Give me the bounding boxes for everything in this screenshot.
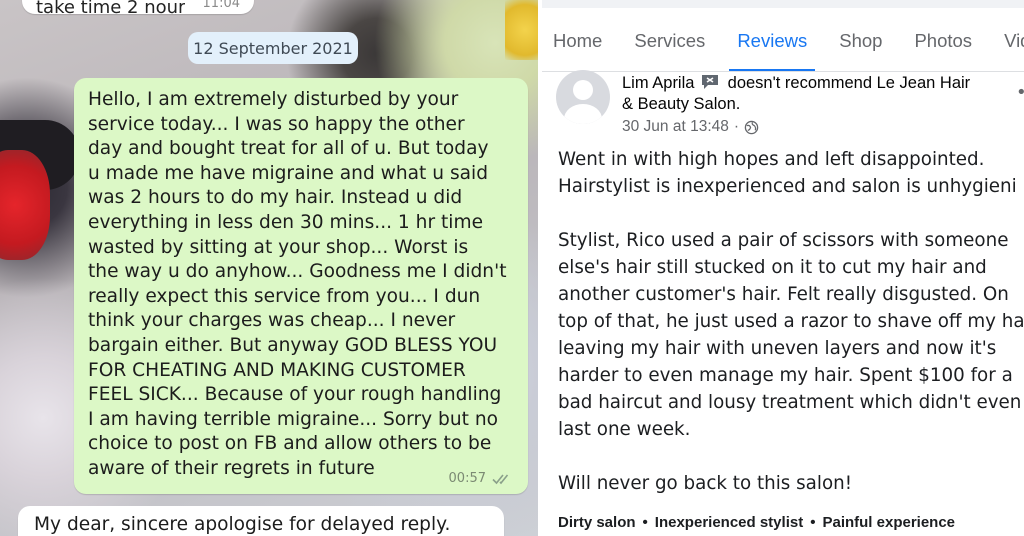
avatar-head: [573, 80, 593, 100]
previous-message-time: 11:04: [202, 0, 240, 11]
reviewer-name-link[interactable]: Lim Aprila: [622, 74, 694, 92]
review-timestamp[interactable]: 30 Jun at 13:48: [622, 118, 729, 136]
previous-message-bubble[interactable]: take time 2 nour 11:04: [22, 0, 254, 18]
review-line: harder to even manage my hair. Spent $10…: [558, 365, 1013, 386]
outgoing-message-text: Hello, I am extremely disturbed by your …: [88, 89, 507, 479]
tag-label: Painful experience: [822, 514, 956, 531]
review-line: Went in with high hopes and left disappo…: [558, 149, 985, 170]
avatar-body: [564, 104, 602, 124]
more-options-icon[interactable]: •: [1016, 82, 1024, 103]
tag-separator: •: [810, 514, 816, 531]
review-meta: 30 Jun at 13:48 ·: [622, 118, 759, 136]
globe-icon: [744, 120, 759, 134]
tabs-divider: [542, 71, 1024, 72]
incoming-message-bubble[interactable]: My dear, sincere apologise for delayed r…: [18, 506, 504, 536]
tab-services[interactable]: Services: [634, 8, 705, 72]
tab-shop[interactable]: Shop: [839, 8, 882, 72]
top-bar: [542, 0, 1024, 8]
review-text: Went in with high hopes and left disappo…: [558, 146, 1024, 497]
chat-panel: take time 2 nour 11:04 12 September 2021…: [0, 0, 538, 536]
review-header: Lim Aprila doesn't recommend Le Jean Hai…: [622, 73, 1002, 115]
review-line: else's hair still stucked on it to cut m…: [558, 257, 987, 278]
page-tabs: Home Services Reviews Shop Photos Vid: [542, 8, 1024, 72]
review-line: leaving my hair with uneven layers and n…: [558, 338, 997, 359]
outgoing-message-bubble[interactable]: Hello, I am extremely disturbed by your …: [74, 78, 528, 494]
avatar[interactable]: [556, 70, 610, 124]
message-meta: 00:57: [449, 471, 514, 486]
tag-label: Dirty salon: [558, 514, 636, 531]
incoming-message-text: My dear, sincere apologise for delayed r…: [34, 514, 451, 535]
tag-separator: •: [642, 514, 648, 531]
not-recommend-icon: [702, 75, 719, 89]
facebook-review-panel: Home Services Reviews Shop Photos Vid Li…: [542, 0, 1024, 536]
tab-home[interactable]: Home: [553, 8, 602, 72]
background-photo-shape: [0, 150, 50, 260]
review-line: another customer's hair. Felt really dis…: [558, 284, 1009, 305]
review-tags: Dirty salon • Inexperienced stylist • Painfu…: [558, 514, 955, 531]
previous-message-text: take time 2 nour: [36, 0, 186, 18]
tag-label: Inexperienced stylist: [654, 514, 804, 531]
review-line: bad haircut and lousy treatment which di…: [558, 392, 1022, 413]
review-line: Hairstylist is inexperienced and salon i…: [558, 176, 1017, 197]
date-chip: 12 September 2021: [188, 32, 358, 64]
review-line: last one week.: [558, 419, 691, 440]
tab-photos[interactable]: Photos: [914, 8, 972, 72]
outgoing-message-time: 00:57: [448, 471, 486, 486]
review-line: top of that, he just used a razor to sha…: [558, 311, 1024, 332]
tab-reviews[interactable]: Reviews: [729, 8, 816, 72]
business-name-link[interactable]: & Beauty Salon.: [622, 95, 740, 113]
meta-separator: ·: [733, 118, 740, 135]
review-line: Stylist, Rico used a pair of scissors wi…: [558, 230, 1009, 251]
review-line: Will never go back to this salon!: [558, 473, 853, 494]
background-photo-shape: [505, 0, 538, 60]
review-verdict: doesn't recommend Le Jean Hair: [727, 74, 971, 92]
double-check-icon: [492, 473, 509, 484]
tab-videos[interactable]: Vid: [1004, 8, 1024, 72]
